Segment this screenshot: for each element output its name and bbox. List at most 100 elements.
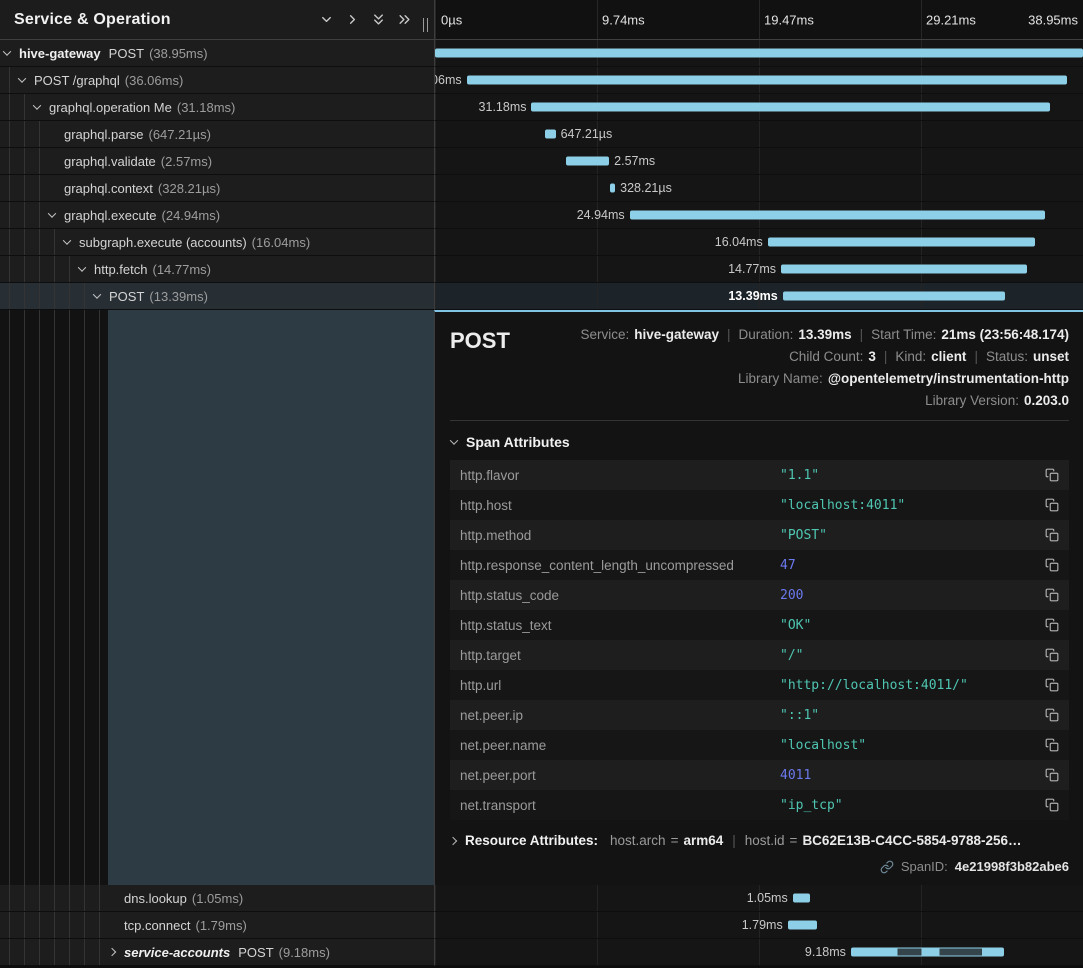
copy-icon[interactable] [1045, 528, 1059, 542]
copy-icon[interactable] [1045, 498, 1059, 512]
copy-icon[interactable] [1045, 798, 1059, 812]
attribute-row: http.flavor "1.1" [450, 460, 1069, 490]
divider [450, 420, 1069, 421]
span-duration-label: 16.04ms [715, 235, 763, 249]
copy-icon[interactable] [1045, 468, 1059, 482]
detail-meta-label: Duration: [739, 327, 794, 342]
span-timeline-cell: 14.77ms [434, 256, 1083, 283]
span-duration-text: (1.05ms) [192, 891, 243, 906]
expand-chevron-icon[interactable] [78, 263, 86, 271]
span-duration-text: (16.04ms) [252, 235, 311, 250]
chevron-down-icon [450, 436, 458, 444]
attribute-key: http.status_text [460, 618, 780, 633]
span-duration-bar[interactable] [467, 76, 1067, 85]
span-tree-item[interactable]: subgraph.execute (accounts) (16.04ms) [0, 229, 434, 256]
expand-chevron-icon[interactable] [63, 236, 71, 244]
copy-icon[interactable] [1045, 558, 1059, 572]
attribute-value: "http://localhost:4011/" [780, 678, 1045, 693]
span-duration-bar[interactable] [781, 265, 1027, 274]
copy-icon[interactable] [1045, 738, 1059, 752]
attribute-value: "localhost" [780, 738, 1045, 753]
expand-chevron-icon[interactable] [33, 101, 41, 109]
span-timeline-cell: 9.18ms [434, 939, 1083, 966]
span-tree-item[interactable]: http.fetch (14.77ms) [0, 256, 434, 283]
attribute-value: "POST" [780, 528, 1045, 543]
chevron-wrap [64, 239, 77, 245]
link-icon[interactable] [880, 860, 894, 874]
span-service-name: hive-gateway [19, 46, 101, 61]
attribute-key: net.peer.name [460, 738, 780, 753]
span-row: dns.lookup (1.05ms) 1.05ms [0, 885, 1083, 912]
span-duration-bar[interactable] [768, 238, 1035, 247]
span-duration-text: (24.94ms) [162, 208, 221, 223]
copy-icon[interactable] [1045, 708, 1059, 722]
span-duration-bar[interactable] [788, 921, 818, 930]
expand-chevron-icon[interactable] [3, 47, 11, 55]
span-row: graphql.validate (2.57ms) 2.57ms [0, 148, 1083, 175]
attribute-key: http.url [460, 678, 780, 693]
expand-one-icon[interactable] [339, 7, 365, 33]
collapse-all-icon[interactable] [365, 7, 391, 33]
detail-meta-value: hive-gateway [634, 327, 719, 342]
span-duration-bar[interactable] [783, 292, 1006, 301]
timeline-header: 0µs 9.74ms 19.47ms 29.21ms 38.95ms [434, 0, 1083, 40]
resource-attributes-header[interactable]: Resource Attributes: host.arch=arm64host… [450, 833, 1069, 848]
panel-resizer[interactable] [423, 18, 428, 32]
detail-meta-value: 0.203.0 [1024, 393, 1069, 408]
span-duration-text: (13.39ms) [149, 289, 208, 304]
span-attributes-title: Span Attributes [466, 434, 570, 450]
attribute-row: http.host "localhost:4011" [450, 490, 1069, 520]
span-operation-name: graphql.execute [64, 208, 157, 223]
chevron-wrap [49, 131, 62, 137]
copy-icon[interactable] [1045, 678, 1059, 692]
span-row: POST /graphql (36.06ms) 36.06ms [0, 67, 1083, 94]
copy-icon[interactable] [1045, 618, 1059, 632]
span-row: hive-gateway POST (38.95ms) [0, 40, 1083, 67]
span-timeline-cell: 24.94ms [434, 202, 1083, 229]
detail-meta-item: Kind:client [876, 349, 967, 364]
span-operation-name: POST [238, 945, 273, 960]
copy-icon[interactable] [1045, 648, 1059, 662]
span-duration-bar[interactable] [531, 103, 1050, 112]
detail-meta-label: Library Version: [925, 393, 1019, 408]
span-tree-item[interactable]: graphql.operation Me (31.18ms) [0, 94, 434, 121]
span-tree-item[interactable]: service-accounts POST (9.18ms) [0, 939, 434, 966]
span-attributes-header[interactable]: Span Attributes [451, 434, 1069, 450]
span-tree-item[interactable]: tcp.connect (1.79ms) [0, 912, 434, 939]
span-id-row: SpanID: 4e21998f3b82abe6 [450, 859, 1069, 874]
span-detail-meta: Service:hive-gatewayDuration:13.39msStar… [580, 324, 1069, 412]
span-operation-name: graphql.validate [64, 154, 156, 169]
collapse-one-icon[interactable] [313, 7, 339, 33]
span-tree-item[interactable]: hive-gateway POST (38.95ms) [0, 40, 434, 67]
span-duration-bar[interactable] [630, 211, 1045, 220]
expand-chevron-icon[interactable] [93, 290, 101, 298]
span-duration-bar[interactable] [610, 184, 615, 193]
span-tree-item[interactable]: POST (13.39ms) [0, 283, 434, 310]
expand-chevron-icon[interactable] [48, 209, 56, 217]
span-tree-item[interactable]: graphql.execute (24.94ms) [0, 202, 434, 229]
selected-span-box[interactable] [108, 310, 434, 885]
copy-icon[interactable] [1045, 768, 1059, 782]
span-duration-bar[interactable] [545, 130, 556, 139]
span-duration-bar[interactable] [793, 894, 810, 903]
span-duration-bar[interactable] [435, 49, 1083, 58]
span-tree-item[interactable]: graphql.context (328.21µs) [0, 175, 434, 202]
span-tree-item[interactable]: graphql.parse (647.21µs) [0, 121, 434, 148]
span-duration-label: 1.05ms [747, 891, 788, 905]
span-tree-item[interactable]: dns.lookup (1.05ms) [0, 885, 434, 912]
detail-meta-item: Start Time:21ms (23:56:48.174) [852, 327, 1069, 342]
span-duration-bar[interactable] [851, 948, 1004, 957]
span-duration-text: (9.18ms) [279, 945, 330, 960]
expand-chevron-icon[interactable] [108, 948, 116, 956]
span-tree-item[interactable]: graphql.validate (2.57ms) [0, 148, 434, 175]
span-tree-item[interactable]: POST /graphql (36.06ms) [0, 67, 434, 94]
attribute-row: http.status_text "OK" [450, 610, 1069, 640]
span-duration-bar[interactable] [566, 157, 609, 166]
detail-meta-value: @opentelemetry/instrumentation-http [828, 371, 1069, 386]
span-duration-text: (2.57ms) [161, 154, 212, 169]
attribute-key: http.response_content_length_uncompresse… [460, 558, 780, 573]
attribute-key: http.target [460, 648, 780, 663]
expand-all-icon[interactable] [391, 7, 417, 33]
copy-icon[interactable] [1045, 588, 1059, 602]
expand-chevron-icon[interactable] [18, 74, 26, 82]
